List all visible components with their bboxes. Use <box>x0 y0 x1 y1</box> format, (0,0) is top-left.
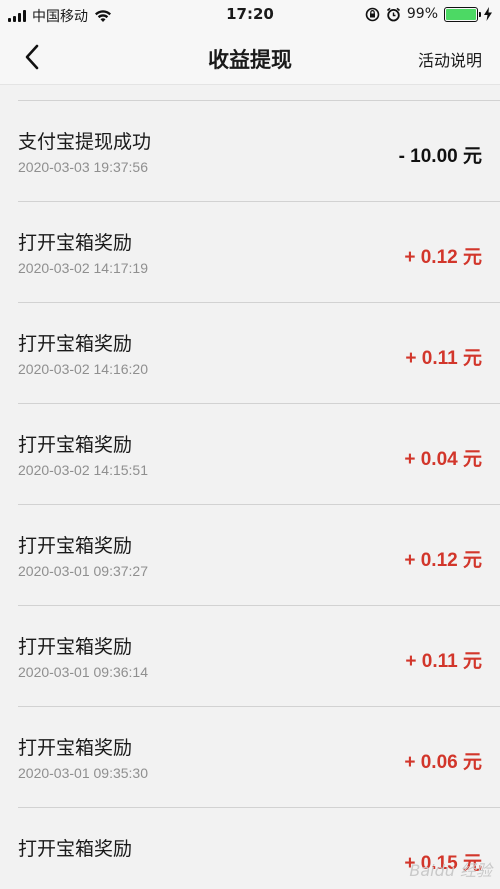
list-item[interactable]: 2020-03-04 19:51:47 <box>18 85 500 101</box>
record-title: 打开宝箱奖励 <box>18 737 133 759</box>
list-item[interactable]: 支付宝提现成功 2020-03-03 19:37:56 - 10.00 元 <box>18 101 500 202</box>
record-time: 2020-03-01 09:37:27 <box>18 563 148 579</box>
record-time: 2020-03-02 14:17:19 <box>18 260 148 276</box>
list-item[interactable]: 打开宝箱奖励 2020-03-02 14:17:19 + 0.12 元 <box>18 202 500 303</box>
records-list[interactable]: 2020-03-04 19:51:47 支付宝提现成功 2020-03-03 19:… <box>0 85 500 889</box>
list-item[interactable]: 打开宝箱奖励 2020-03-01 09:36:14 + 0.11 元 <box>18 606 500 707</box>
record-time: 2020-03-02 14:16:20 <box>18 361 148 377</box>
record-title: 打开宝箱奖励 <box>18 434 133 456</box>
watermark: Baidu 经验 <box>409 861 492 880</box>
record-amount: + 0.04 元 <box>404 449 482 470</box>
record-time: 2020-03-02 14:15:51 <box>18 462 148 478</box>
rotation-lock-icon <box>365 7 380 21</box>
record-time: 2020-03-01 09:35:30 <box>18 765 148 781</box>
record-title: 打开宝箱奖励 <box>18 232 133 254</box>
record-title: 打开宝箱奖励 <box>18 838 133 860</box>
activity-info-link[interactable]: 活动说明 <box>418 47 482 71</box>
record-time: 2020-03-01 09:36:14 <box>18 664 148 680</box>
record-amount: + 0.06 元 <box>404 752 482 773</box>
nav-bar: 收益提现 活动说明 <box>0 30 500 85</box>
battery-icon <box>444 6 481 22</box>
record-title: 打开宝箱奖励 <box>18 535 133 557</box>
status-bar: 中国移动 17:20 99% <box>0 0 500 30</box>
record-time: 2020-03-03 19:37:56 <box>18 159 148 175</box>
battery-fill <box>446 8 476 20</box>
record-amount: + 0.12 元 <box>404 550 482 571</box>
record-title: 打开宝箱奖励 <box>18 333 133 355</box>
record-amount: - 10.00 元 <box>398 146 482 167</box>
list-item[interactable]: 打开宝箱奖励 2020-03-02 14:16:20 + 0.11 元 <box>18 303 500 404</box>
record-amount: + 0.12 元 <box>404 247 482 268</box>
record-amount: + 0.11 元 <box>405 348 482 369</box>
record-amount: + 0.11 元 <box>405 651 482 672</box>
record-title: 支付宝提现成功 <box>18 131 152 153</box>
status-right: 99% <box>365 6 492 22</box>
list-item[interactable]: 打开宝箱奖励 2020-03-01 09:35:30 + 0.06 元 <box>18 707 500 808</box>
list-item[interactable]: 打开宝箱奖励 2020-03-01 09:37:27 + 0.12 元 <box>18 505 500 606</box>
battery-percent: 99% <box>406 6 438 22</box>
alarm-icon <box>386 7 400 21</box>
charging-icon <box>484 7 492 21</box>
record-title: 打开宝箱奖励 <box>18 636 133 658</box>
list-item[interactable]: 打开宝箱奖励 2020-03-02 14:15:51 + 0.04 元 <box>18 404 500 505</box>
